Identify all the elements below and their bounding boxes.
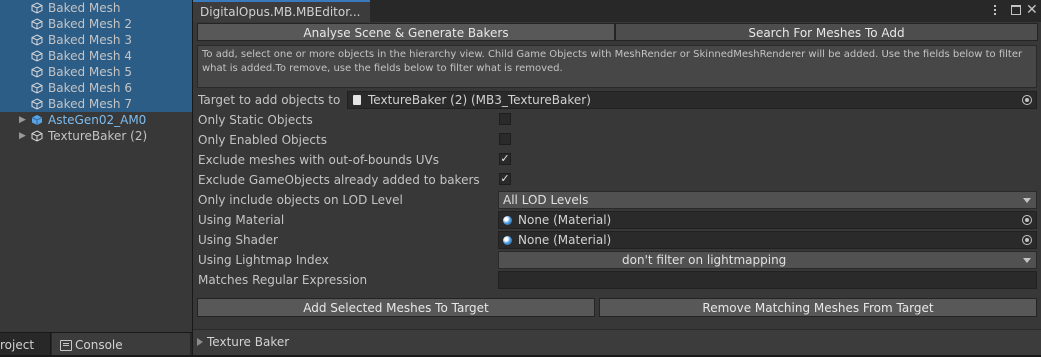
- lightmap-label: Using Lightmap Index: [198, 253, 329, 267]
- maximize-icon[interactable]: [1011, 5, 1021, 15]
- foldout-label: Texture Baker: [207, 335, 290, 349]
- cube-icon: [31, 130, 43, 142]
- hierarchy-item-label: AsteGen02_AM0: [48, 113, 147, 127]
- cube-icon: [31, 18, 43, 30]
- close-icon[interactable]: ✕: [1026, 2, 1038, 18]
- only-static-checkbox[interactable]: [499, 113, 511, 125]
- hierarchy-item[interactable]: Baked Mesh 6: [0, 80, 192, 96]
- material-value: None (Material): [518, 213, 612, 227]
- lightmap-value: don't filter on lightmapping: [622, 253, 787, 267]
- hierarchy-item-label: Baked Mesh 6: [48, 81, 132, 95]
- tab-project[interactable]: roject: [0, 333, 51, 355]
- hierarchy-item[interactable]: Baked Mesh 7: [0, 96, 192, 112]
- analyse-scene-button[interactable]: Analyse Scene & Generate Bakers: [197, 23, 615, 41]
- lightmap-dropdown[interactable]: don't filter on lightmapping: [498, 251, 1037, 269]
- target-value: TextureBaker (2) (MB3_TextureBaker): [368, 93, 591, 107]
- add-selected-meshes-button[interactable]: Add Selected Meshes To Target: [197, 298, 595, 317]
- target-object-field[interactable]: TextureBaker (2) (MB3_TextureBaker): [347, 91, 1037, 109]
- target-label: Target to add objects to: [198, 93, 341, 107]
- kebab-menu-icon[interactable]: [993, 4, 997, 18]
- prefab-cube-icon: [31, 115, 43, 125]
- lod-value: All LOD Levels: [503, 193, 589, 207]
- hierarchy-item[interactable]: Baked Mesh 4: [0, 48, 192, 64]
- exclude-uv-label: Exclude meshes with out-of-bounds UVs: [198, 153, 440, 167]
- expand-arrow-icon[interactable]: ▶: [19, 128, 26, 144]
- hierarchy-item-label: Baked Mesh 3: [48, 33, 132, 47]
- hierarchy-item[interactable]: Baked Mesh 5: [0, 64, 192, 80]
- hierarchy-item[interactable]: Baked Mesh 3: [0, 32, 192, 48]
- cube-icon: [31, 82, 43, 94]
- object-picker-icon[interactable]: [1022, 235, 1032, 245]
- hierarchy-item[interactable]: ▶ TextureBaker (2): [0, 128, 192, 144]
- hierarchy-item-label: Baked Mesh 2: [48, 17, 132, 31]
- cube-icon: [31, 50, 43, 62]
- shader-label: Using Shader: [198, 233, 278, 247]
- material-label: Using Material: [198, 213, 285, 227]
- cube-icon: [31, 66, 43, 78]
- search-meshes-button[interactable]: Search For Meshes To Add: [615, 23, 1038, 41]
- chevron-down-icon: [1023, 198, 1031, 203]
- object-picker-icon[interactable]: [1022, 215, 1032, 225]
- only-static-label: Only Static Objects: [198, 113, 313, 127]
- hierarchy-item-label: Baked Mesh 5: [48, 65, 132, 79]
- regex-label: Matches Regular Expression: [198, 273, 368, 287]
- material-sphere-icon: [503, 216, 512, 225]
- tab-console-label: Console: [75, 338, 123, 352]
- cube-icon: [31, 98, 43, 110]
- cube-icon: [31, 34, 43, 46]
- tab-console[interactable]: Console: [52, 333, 190, 355]
- hierarchy-item-label: Baked Mesh 7: [48, 97, 132, 111]
- object-picker-icon[interactable]: [1022, 95, 1032, 105]
- hierarchy-item[interactable]: ▶ AsteGen02_AM0: [0, 112, 192, 128]
- material-sphere-icon: [503, 236, 512, 245]
- regex-input[interactable]: [498, 271, 1037, 289]
- window-tab[interactable]: DigitalOpus.MB.MBEditor...: [193, 0, 370, 22]
- exclude-uv-checkbox[interactable]: ✓: [499, 153, 511, 165]
- foldout-arrow-icon[interactable]: [197, 338, 203, 346]
- shader-value: None (Material): [518, 233, 612, 247]
- hierarchy-item-label: Baked Mesh: [48, 1, 121, 15]
- hierarchy-item[interactable]: Baked Mesh 2: [0, 16, 192, 32]
- shader-field[interactable]: None (Material): [498, 231, 1037, 249]
- lod-dropdown[interactable]: All LOD Levels: [498, 191, 1037, 209]
- cube-icon: [31, 2, 43, 14]
- exclude-added-checkbox[interactable]: ✓: [499, 173, 511, 185]
- material-field[interactable]: None (Material): [498, 211, 1037, 229]
- expand-arrow-icon[interactable]: ▶: [19, 112, 26, 128]
- texture-baker-foldout[interactable]: Texture Baker: [193, 329, 1041, 355]
- chevron-down-icon: [1023, 258, 1031, 263]
- exclude-added-label: Exclude GameObjects already added to bak…: [198, 173, 480, 187]
- only-enabled-label: Only Enabled Objects: [198, 133, 327, 147]
- script-file-icon: [353, 95, 361, 105]
- mb-editor-window: DigitalOpus.MB.MBEditor... ✕ Analyse Sce…: [193, 0, 1041, 355]
- help-box: To add, select one or more objects in th…: [197, 45, 1037, 88]
- hierarchy-item-label: TextureBaker (2): [48, 129, 148, 143]
- hierarchy-item-label: Baked Mesh 4: [48, 49, 132, 63]
- remove-matching-meshes-button[interactable]: Remove Matching Meshes From Target: [599, 298, 1037, 317]
- console-icon: [60, 340, 72, 351]
- lod-label: Only include objects on LOD Level: [198, 193, 403, 207]
- bottom-tab-bar: roject Console: [0, 332, 192, 355]
- hierarchy-panel: Baked Mesh Baked Mesh 2 Baked Mesh 3 Bak…: [0, 0, 192, 332]
- hierarchy-item[interactable]: Baked Mesh: [0, 0, 192, 16]
- only-enabled-checkbox[interactable]: [499, 133, 511, 145]
